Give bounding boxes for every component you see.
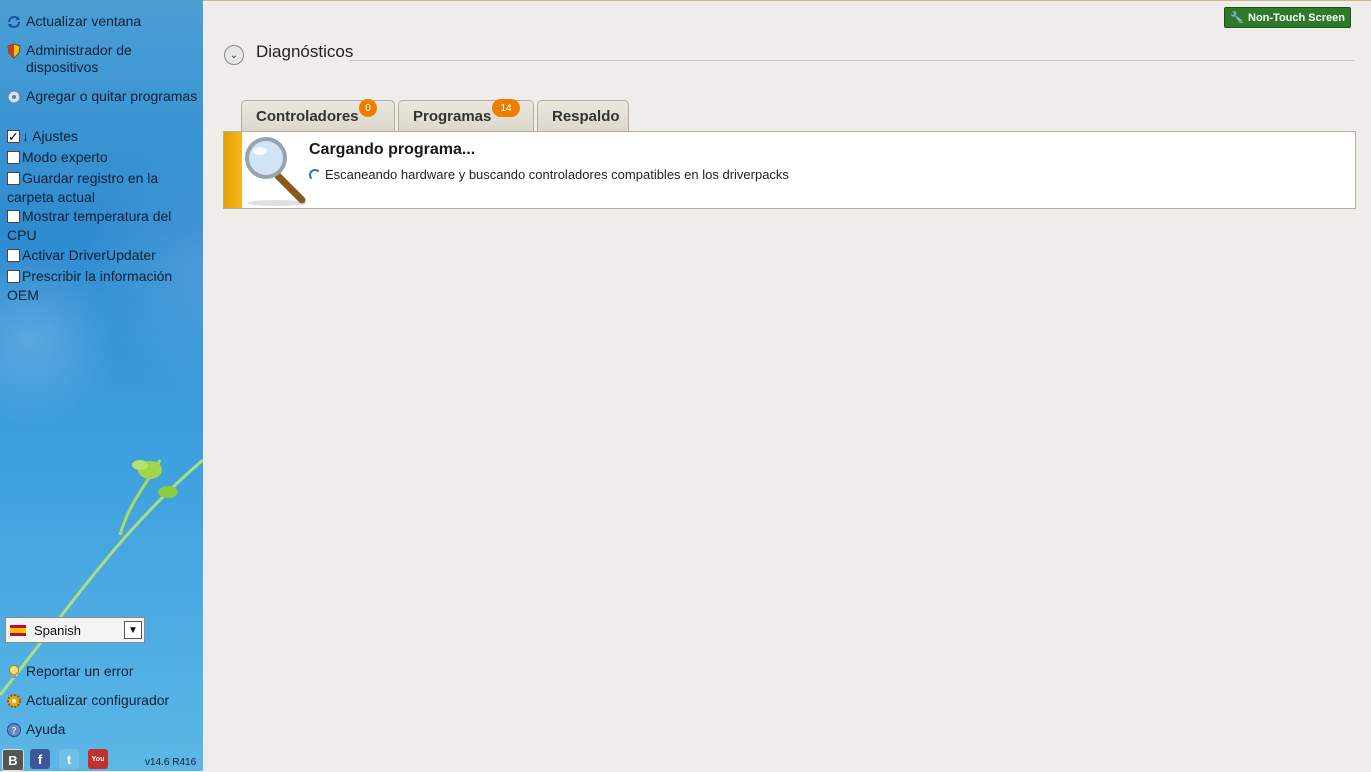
tab-label: Programas bbox=[413, 107, 492, 125]
setting-label: Guardar registro en la carpeta actual bbox=[7, 170, 159, 205]
magnifier-icon bbox=[245, 137, 307, 206]
plant-decoration-icon bbox=[0, 458, 203, 696]
setting-driver-updater[interactable]: Activar DriverUpdater bbox=[7, 246, 197, 265]
setting-label: Modo experto bbox=[22, 149, 108, 165]
help-link[interactable]: ? Ayuda bbox=[6, 721, 65, 738]
tab-programas[interactable]: Programas 14 bbox=[398, 99, 534, 131]
loading-title: Cargando programa... bbox=[309, 141, 476, 158]
loading-panel: Cargando programa... Escaneando hardware… bbox=[223, 131, 1356, 209]
setting-label: Activar DriverUpdater bbox=[22, 247, 156, 263]
sidebar-link-label: Reportar un error bbox=[26, 663, 134, 679]
refresh-icon bbox=[8, 16, 20, 28]
youtube-icon[interactable]: You bbox=[88, 749, 108, 769]
tab-label: Controladores bbox=[256, 107, 359, 125]
version-label: v14.6 R416 bbox=[145, 757, 197, 768]
sidebar-link-label: Administrador de dispositivos bbox=[26, 42, 132, 75]
svg-text:?: ? bbox=[11, 726, 16, 737]
checkbox[interactable] bbox=[7, 249, 20, 262]
loading-subtitle: Escaneando hardware y buscando controlad… bbox=[325, 167, 789, 182]
update-configurator-link[interactable]: Actualizar configurador bbox=[6, 692, 169, 709]
status-bar bbox=[224, 132, 242, 208]
shield-icon bbox=[7, 43, 21, 59]
settings-header[interactable]: ↓ Ajustes bbox=[7, 127, 197, 146]
loading-subtitle-row: Escaneando hardware y buscando controlad… bbox=[309, 167, 789, 182]
count-badge: 14 bbox=[492, 99, 520, 117]
collapse-toggle-icon[interactable]: ⌄ bbox=[224, 45, 244, 65]
setting-oem-info[interactable]: Prescribir la información OEM bbox=[7, 267, 197, 305]
report-error-link[interactable]: Reportar un error bbox=[6, 663, 133, 680]
sidebar: Actualizar ventana Administrador de disp… bbox=[0, 0, 203, 771]
checkbox[interactable] bbox=[7, 270, 20, 283]
device-manager-link[interactable]: Administrador de dispositivos bbox=[6, 42, 166, 76]
sidebar-link-label: Agregar o quitar programas bbox=[26, 88, 198, 104]
help-icon: ? bbox=[7, 723, 21, 737]
tab-label: Respaldo bbox=[552, 107, 620, 125]
chevron-down-icon[interactable]: ▼ bbox=[124, 621, 142, 639]
settings-checkbox[interactable] bbox=[7, 127, 20, 146]
setting-label: Prescribir la información OEM bbox=[7, 268, 173, 303]
section-title: Diagnósticos bbox=[256, 42, 354, 61]
non-touch-label: Non-Touch Screen bbox=[1248, 11, 1345, 24]
section-divider bbox=[349, 60, 1355, 61]
setting-cpu-temperature[interactable]: Mostrar temperatura del CPU bbox=[7, 207, 197, 245]
tab-controladores[interactable]: Controladores 0 bbox=[241, 99, 395, 131]
sidebar-link-label: Ayuda bbox=[26, 721, 66, 737]
add-remove-programs-link[interactable]: Agregar o quitar programas bbox=[6, 88, 197, 105]
language-select[interactable]: Spanish ▼ bbox=[5, 617, 145, 643]
sidebar-link-label: Actualizar ventana bbox=[26, 13, 142, 29]
facebook-icon[interactable]: f bbox=[30, 749, 50, 769]
refresh-window-link[interactable]: Actualizar ventana bbox=[6, 13, 141, 30]
language-value: Spanish bbox=[34, 622, 81, 638]
setting-label: Mostrar temperatura del CPU bbox=[7, 208, 172, 243]
setting-expert-mode[interactable]: Modo experto bbox=[7, 148, 197, 167]
tab-respaldo[interactable]: Respaldo bbox=[537, 100, 629, 131]
blog-icon[interactable]: B bbox=[2, 749, 24, 771]
count-badge: 0 bbox=[359, 99, 377, 117]
setting-save-log[interactable]: Guardar registro en la carpeta actual bbox=[7, 169, 197, 207]
spinner-icon bbox=[309, 168, 321, 181]
gear-icon bbox=[7, 694, 21, 708]
checkbox[interactable] bbox=[7, 151, 20, 164]
checkbox[interactable] bbox=[7, 172, 20, 185]
main-content: 🔧 Non-Touch Screen ⌄ Diagnósticos Contro… bbox=[203, 0, 1371, 772]
programs-icon bbox=[7, 90, 21, 104]
wrench-icon: 🔧 bbox=[1230, 12, 1245, 24]
non-touch-screen-button[interactable]: 🔧 Non-Touch Screen bbox=[1224, 7, 1351, 28]
spain-flag-icon bbox=[10, 624, 26, 636]
twitter-icon[interactable]: t bbox=[59, 749, 79, 769]
checkbox[interactable] bbox=[7, 210, 20, 223]
settings-header-label: ↓ Ajustes bbox=[22, 128, 79, 144]
sidebar-link-label: Actualizar configurador bbox=[26, 692, 170, 708]
bulb-icon bbox=[9, 665, 19, 678]
